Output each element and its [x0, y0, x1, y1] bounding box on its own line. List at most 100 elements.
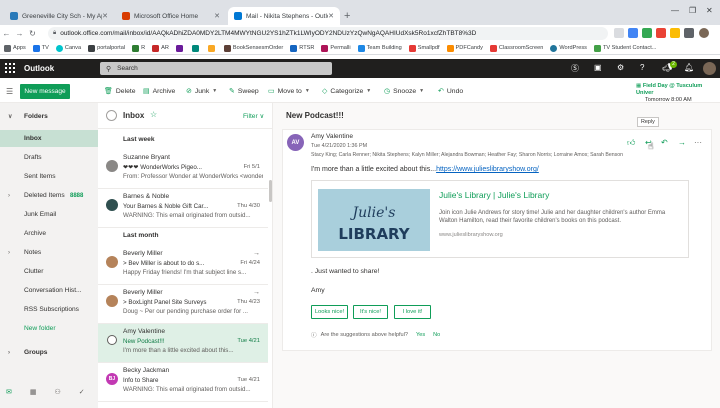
window-close-icon[interactable]: ✕ [706, 6, 713, 15]
sidebar-item-deleted[interactable]: › Deleted Items 8888 [0, 187, 98, 204]
sweep-button[interactable]: ✎ Sweep [229, 87, 259, 96]
search-input[interactable]: ⚲ Search [100, 62, 332, 75]
browser-tab-myapps[interactable]: Greeneville City Sch - My Apps ✕ [4, 7, 114, 25]
browser-tab-office-home[interactable]: Microsoft Office Home ✕ [116, 7, 226, 25]
snooze-button[interactable]: ◷ Snooze ▼ [384, 87, 424, 96]
mail-icon[interactable]: ✉ [6, 388, 12, 396]
new-message-button[interactable]: New message [20, 84, 70, 99]
bookmark-item[interactable]: RTSR [290, 44, 314, 52]
address-bar[interactable]: 🔒︎ outlook.office.com/mail/inbox/id/AAQk… [48, 27, 608, 40]
suggested-reply-its-nice[interactable]: It's nice! [353, 305, 388, 319]
podcast-link[interactable]: https://www.julieslibraryshow.org/ [436, 166, 539, 173]
folders-header[interactable]: ∨ Folders [0, 108, 98, 125]
feedback-yes-link[interactable]: Yes [416, 332, 425, 338]
like-thumb-icon[interactable]: 👍︎ [627, 138, 635, 148]
sidebar-item-sent[interactable]: Sent Items [0, 168, 98, 185]
extension-icon[interactable] [670, 28, 680, 38]
close-icon[interactable]: ✕ [328, 12, 334, 20]
categorize-button[interactable]: ◇ Categorize ▼ [322, 87, 371, 96]
bookmark-item[interactable]: ClassroomScreen [489, 44, 543, 52]
archive-button[interactable]: ▤ Archive [143, 87, 175, 96]
filter-button[interactable]: Filter ∨ [243, 112, 264, 120]
undo-button[interactable]: ↶ Undo [438, 87, 463, 96]
bookmark-item[interactable]: Team Building [357, 44, 402, 52]
new-tab-button[interactable]: + [344, 10, 350, 22]
select-all-checkbox[interactable] [106, 110, 117, 121]
preview-title[interactable]: Julie's Library | Julie's Library [439, 190, 549, 200]
browser-tab-outlook-mail[interactable]: Mail - Nikita Stephens - Outlook ✕ [228, 7, 340, 25]
tasks-check-icon[interactable]: ✓ [79, 388, 85, 396]
bookmark-item[interactable] [207, 44, 217, 52]
bell-icon[interactable]: 🔔︎ [684, 63, 694, 72]
feedback-no-link[interactable]: No [433, 332, 440, 338]
sidebar-item-archive[interactable]: Archive [0, 225, 98, 242]
help-icon[interactable]: ? [640, 63, 644, 72]
favorite-star-icon[interactable]: ☆ [150, 110, 157, 119]
skype-icon[interactable]: Ⓢ [571, 63, 579, 74]
list-item[interactable]: Barnes & Noble Your Barnes & Noble Gift … [98, 189, 268, 228]
new-folder-link[interactable]: New folder [0, 320, 98, 337]
sidebar-item-inbox[interactable]: Inbox [0, 130, 98, 147]
canva-icon [55, 44, 63, 52]
list-item[interactable]: Beverly Miller → > BoxLight Panel Site S… [98, 285, 268, 324]
bookmark-item[interactable]: Permalli [321, 44, 351, 52]
sidebar-item-conversation-history[interactable]: Conversation Hist... [0, 282, 98, 299]
extension-icon[interactable] [628, 28, 638, 38]
close-icon[interactable]: ✕ [102, 12, 108, 20]
upcoming-event[interactable]: ▦ Field Day @ Tusculum Univer Tomorrow 8… [636, 83, 720, 104]
forward-arrow-icon[interactable]: → [13, 29, 26, 38]
bookmark-item[interactable] [175, 44, 185, 52]
list-item[interactable]: Amy Valentine New Podcast!!! Tue 4/21 I'… [98, 324, 268, 363]
sidebar-item-junk[interactable]: Junk Email [0, 206, 98, 223]
star-bookmark-icon[interactable] [614, 28, 624, 38]
list-item[interactable]: Beverly Miller → > Bev Miller is about t… [98, 246, 268, 285]
sender-name[interactable]: Amy Valentine [311, 133, 353, 140]
more-actions-icon[interactable]: ··· [694, 138, 702, 147]
bookmark-item[interactable]: WordPress [550, 44, 587, 52]
minimize-icon[interactable]: — [671, 6, 679, 15]
sidebar-item-clutter[interactable]: Clutter [0, 263, 98, 280]
forward-icon[interactable]: → [678, 138, 686, 147]
bookmark-item[interactable]: Smallpdf [408, 44, 440, 52]
back-arrow-icon[interactable]: ← [0, 29, 13, 38]
sender-avatar[interactable]: AV [287, 134, 304, 151]
extension-icon[interactable] [642, 28, 652, 38]
settings-gear-icon[interactable]: ⚙ [617, 63, 624, 72]
list-item[interactable]: BJ Becky Jackman Info to Share Tue 4/21 … [98, 363, 268, 402]
junk-button[interactable]: ⊘ Junk ▼ [186, 87, 217, 96]
bookmark-item[interactable]: BookSensesmOrder [223, 44, 283, 52]
suggested-reply-looks-nice[interactable]: Looks nice! [311, 305, 348, 319]
select-message-radio[interactable] [107, 335, 117, 345]
move-to-button[interactable]: ▭ Move to ▼ [268, 87, 310, 96]
bookmark-item[interactable]: Canva [55, 44, 81, 52]
bookmark-item[interactable]: PDFCandy [446, 44, 483, 52]
reload-icon[interactable]: ↻ [26, 29, 39, 38]
maximize-icon[interactable]: ❐ [689, 6, 696, 15]
sidebar-item-notes[interactable]: › Notes [0, 244, 98, 261]
close-icon[interactable]: ✕ [214, 12, 220, 20]
calendar-icon[interactable]: ▦ [30, 388, 37, 396]
bookmark-item[interactable]: Apps [4, 44, 26, 52]
sidebar-item-drafts[interactable]: Drafts [0, 149, 98, 166]
teams-icon[interactable]: ▣ [594, 63, 602, 72]
account-avatar[interactable] [703, 62, 716, 75]
bookmark-item[interactable]: R [132, 44, 145, 52]
bookmark-item[interactable]: TV [32, 44, 49, 52]
list-item[interactable]: Suzanne Bryant ❤❤❤ WonderWorks Pigeo... … [98, 150, 268, 189]
extension-icon[interactable] [656, 28, 666, 38]
people-icon[interactable]: ⚇ [55, 388, 61, 396]
list-scrollbar[interactable] [269, 180, 272, 202]
bookmark-item[interactable]: TV Student Contact... [593, 44, 656, 52]
bookmark-item[interactable]: AR [152, 44, 169, 52]
hamburger-menu-icon[interactable]: ☰ [6, 87, 13, 96]
bookmark-item[interactable] [191, 44, 201, 52]
bookmark-item[interactable]: portalportal [88, 44, 125, 52]
app-launcher-icon[interactable] [5, 63, 15, 73]
reply-all-icon[interactable]: ↶ [661, 138, 668, 147]
profile-avatar-icon[interactable] [699, 28, 709, 38]
extension-icon[interactable] [684, 28, 694, 38]
groups-header[interactable]: › Groups [0, 344, 98, 361]
suggested-reply-i-love-it[interactable]: I love it! [394, 305, 431, 319]
sidebar-item-rss[interactable]: RSS Subscriptions [0, 301, 98, 318]
delete-button[interactable]: 🗑︎ Delete [104, 87, 136, 96]
